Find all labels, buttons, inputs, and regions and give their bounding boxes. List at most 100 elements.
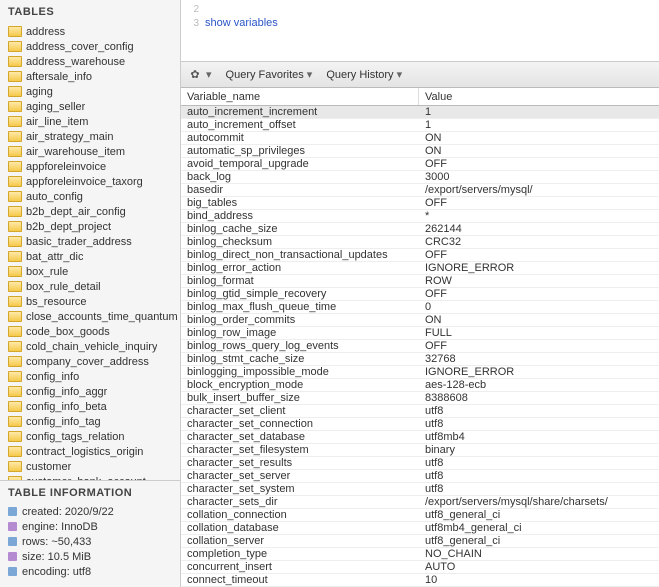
chevron-down-icon: ▾ — [397, 68, 403, 81]
table-row[interactable]: bind_address* — [181, 210, 659, 223]
table-name-label: basic_trader_address — [26, 236, 132, 248]
cell-value: 1 — [419, 119, 659, 131]
table-row[interactable]: binlog_rows_query_log_eventsOFF — [181, 340, 659, 353]
sidebar-table-item[interactable]: aftersale_info — [8, 69, 178, 84]
table-row[interactable]: binlog_checksumCRC32 — [181, 236, 659, 249]
table-row[interactable]: connect_timeout10 — [181, 574, 659, 587]
table-name-label: customer — [26, 461, 71, 473]
sidebar-table-item[interactable]: air_strategy_main — [8, 129, 178, 144]
table-icon — [8, 296, 22, 307]
table-row[interactable]: binlogging_impossible_modeIGNORE_ERROR — [181, 366, 659, 379]
sidebar-table-item[interactable]: bs_resource — [8, 294, 178, 309]
table-name-label: config_info_tag — [26, 416, 101, 428]
query-favorites-menu[interactable]: Query Favorites ▾ — [226, 68, 313, 81]
cell-value: utf8 — [419, 483, 659, 495]
sidebar-table-item[interactable]: address_warehouse — [8, 54, 178, 69]
table-name-label: address_warehouse — [26, 56, 125, 68]
table-row[interactable]: auto_increment_offset1 — [181, 119, 659, 132]
sidebar-table-item[interactable]: config_tags_relation — [8, 429, 178, 444]
sidebar-table-item[interactable]: config_info — [8, 369, 178, 384]
sidebar-table-item[interactable]: cold_chain_vehicle_inquiry — [8, 339, 178, 354]
table-name-label: cold_chain_vehicle_inquiry — [26, 341, 157, 353]
table-row[interactable]: binlog_error_actionIGNORE_ERROR — [181, 262, 659, 275]
table-icon — [8, 86, 22, 97]
table-row[interactable]: binlog_formatROW — [181, 275, 659, 288]
table-row[interactable]: binlog_row_imageFULL — [181, 327, 659, 340]
table-row[interactable]: binlog_stmt_cache_size32768 — [181, 353, 659, 366]
sidebar-table-item[interactable]: company_cover_address — [8, 354, 178, 369]
sidebar-table-item[interactable]: box_rule — [8, 264, 178, 279]
table-row[interactable]: binlog_gtid_simple_recoveryOFF — [181, 288, 659, 301]
table-name-label: air_warehouse_item — [26, 146, 125, 158]
column-value[interactable]: Value — [419, 88, 659, 105]
gear-menu[interactable]: ✿ ▾ — [187, 67, 212, 83]
cell-variable-name: auto_increment_increment — [181, 106, 419, 118]
sidebar-table-item[interactable]: air_line_item — [8, 114, 178, 129]
sidebar-table-item[interactable]: appforeleinvoice — [8, 159, 178, 174]
table-row[interactable]: block_encryption_modeaes-128-ecb — [181, 379, 659, 392]
table-row[interactable]: concurrent_insertAUTO — [181, 561, 659, 574]
table-row[interactable]: character_set_databaseutf8mb4 — [181, 431, 659, 444]
sql-editor[interactable]: 23show variables — [181, 0, 659, 62]
table-icon — [8, 236, 22, 247]
table-row[interactable]: automatic_sp_privilegesON — [181, 145, 659, 158]
table-row[interactable]: character_set_connectionutf8 — [181, 418, 659, 431]
table-row[interactable]: binlog_order_commitsON — [181, 314, 659, 327]
table-row[interactable]: character_set_resultsutf8 — [181, 457, 659, 470]
sidebar-table-item[interactable]: config_info_beta — [8, 399, 178, 414]
sidebar-table-item[interactable]: b2b_dept_air_config — [8, 204, 178, 219]
table-row[interactable]: character_set_systemutf8 — [181, 483, 659, 496]
table-row[interactable]: binlog_max_flush_queue_time0 — [181, 301, 659, 314]
cell-variable-name: binlog_stmt_cache_size — [181, 353, 419, 365]
sidebar-table-item[interactable]: address_cover_config — [8, 39, 178, 54]
table-row[interactable]: character_sets_dir/export/servers/mysql/… — [181, 496, 659, 509]
table-row[interactable]: autocommitON — [181, 132, 659, 145]
table-row[interactable]: collation_connectionutf8_general_ci — [181, 509, 659, 522]
table-row[interactable]: big_tablesOFF — [181, 197, 659, 210]
table-row[interactable]: completion_typeNO_CHAIN — [181, 548, 659, 561]
table-name-label: b2b_dept_air_config — [26, 206, 126, 218]
table-row[interactable]: character_set_serverutf8 — [181, 470, 659, 483]
sidebar-table-item[interactable]: appforeleinvoice_taxorg — [8, 174, 178, 189]
table-row[interactable]: bulk_insert_buffer_size8388608 — [181, 392, 659, 405]
sidebar-table-item[interactable]: bat_attr_dic — [8, 249, 178, 264]
table-row[interactable]: basedir/export/servers/mysql/ — [181, 184, 659, 197]
sidebar-table-item[interactable]: customer — [8, 459, 178, 474]
sidebar-table-item[interactable]: close_accounts_time_quantum — [8, 309, 178, 324]
cell-variable-name: binlog_cache_size — [181, 223, 419, 235]
sidebar-table-item[interactable]: aging — [8, 84, 178, 99]
table-row[interactable]: binlog_cache_size262144 — [181, 223, 659, 236]
table-row[interactable]: collation_serverutf8_general_ci — [181, 535, 659, 548]
table-row[interactable]: auto_increment_increment1 — [181, 106, 659, 119]
sidebar-table-item[interactable]: air_warehouse_item — [8, 144, 178, 159]
column-variable-name[interactable]: Variable_name — [181, 88, 419, 105]
cell-value: OFF — [419, 197, 659, 209]
editor-line[interactable]: 2 — [181, 2, 659, 16]
sidebar-table-item[interactable]: config_info_tag — [8, 414, 178, 429]
results-grid[interactable]: auto_increment_increment1auto_increment_… — [181, 106, 659, 587]
sidebar-table-item[interactable]: basic_trader_address — [8, 234, 178, 249]
table-row[interactable]: character_set_clientutf8 — [181, 405, 659, 418]
table-row[interactable]: back_log3000 — [181, 171, 659, 184]
sidebar-table-item[interactable]: code_box_goods — [8, 324, 178, 339]
cell-value: ON — [419, 132, 659, 144]
cell-variable-name: character_set_filesystem — [181, 444, 419, 456]
table-icon — [8, 251, 22, 262]
table-row[interactable]: character_set_filesystembinary — [181, 444, 659, 457]
sidebar-table-item[interactable]: config_info_aggr — [8, 384, 178, 399]
sidebar-table-item[interactable]: address — [8, 24, 178, 39]
sidebar-table-item[interactable]: contract_logistics_origin — [8, 444, 178, 459]
cell-value: ROW — [419, 275, 659, 287]
table-row[interactable]: avoid_temporal_upgradeOFF — [181, 158, 659, 171]
sidebar-table-item[interactable]: b2b_dept_project — [8, 219, 178, 234]
editor-line[interactable]: 3show variables — [181, 16, 659, 30]
sidebar-table-item[interactable]: box_rule_detail — [8, 279, 178, 294]
query-history-menu[interactable]: Query History ▾ — [326, 68, 402, 81]
table-name-label: auto_config — [26, 191, 83, 203]
cell-variable-name: completion_type — [181, 548, 419, 560]
sidebar-table-item[interactable]: auto_config — [8, 189, 178, 204]
table-row[interactable]: collation_databaseutf8mb4_general_ci — [181, 522, 659, 535]
table-row[interactable]: binlog_direct_non_transactional_updatesO… — [181, 249, 659, 262]
sidebar-table-item[interactable]: aging_seller — [8, 99, 178, 114]
tables-list[interactable]: addressaddress_cover_config address_wareh… — [0, 24, 180, 480]
